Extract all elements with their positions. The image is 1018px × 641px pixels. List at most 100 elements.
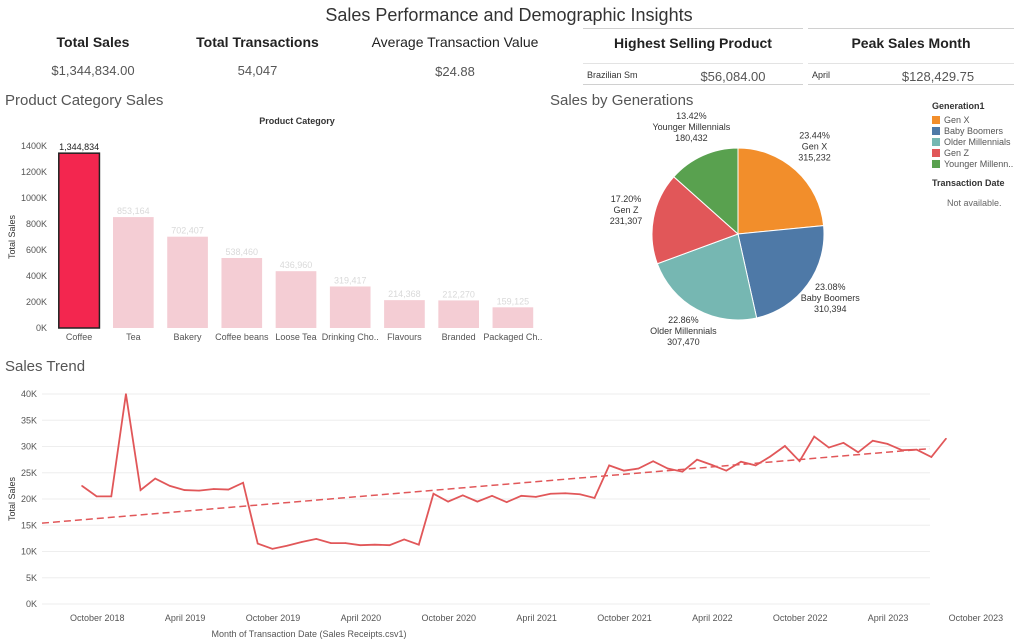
bar-packaged-ch-: [492, 307, 534, 328]
bar-coffee-beans: [221, 258, 263, 328]
bar-data-label: 436,960: [280, 260, 313, 270]
bar-x-tick-label: Tea: [126, 332, 141, 342]
bar-data-label: 319,417: [334, 275, 367, 285]
legend-item[interactable]: Gen X: [932, 114, 1016, 125]
pie-name-label: Baby Boomers: [801, 293, 861, 303]
trend-point: [784, 445, 786, 447]
peak-month-name: April: [812, 70, 831, 80]
trend-section-title: Sales Trend: [5, 358, 86, 375]
trend-point: [945, 437, 947, 440]
filter-title: Transaction Date: [932, 178, 1005, 188]
legend-item[interactable]: Younger Millenn..: [932, 158, 1016, 169]
bar-y-tick-label: 600K: [26, 245, 47, 255]
bar-coffee: [58, 152, 101, 329]
trend-point: [549, 492, 552, 495]
line-x-tick-label: April 2021: [516, 613, 557, 623]
bar-y-tick-label: 1200K: [21, 167, 47, 177]
trend-point: [915, 448, 918, 451]
bar-x-tick-label: Coffee: [66, 332, 92, 342]
trend-point: [564, 492, 567, 495]
line-x-tick-label: October 2020: [421, 613, 476, 623]
bar-x-tick-label: Flavours: [387, 332, 422, 342]
trend-point: [871, 439, 874, 442]
trend-point: [198, 489, 200, 492]
trend-line: [41, 447, 931, 524]
line-x-tick-label: April 2022: [692, 613, 733, 623]
trend-point: [300, 541, 303, 543]
legend-label: Younger Millenn..: [944, 158, 1014, 169]
trend-point: [388, 544, 391, 546]
bar-y-tick-label: 1000K: [21, 193, 47, 203]
trend-point: [403, 538, 405, 541]
trend-point: [95, 495, 98, 498]
category-bar-chart: Product Category Total Sales 0K 200K 400K 600…: [7, 116, 542, 342]
trend-point: [315, 538, 318, 540]
bar-loose-tea: [275, 271, 317, 328]
bar-x-tick-label: Loose Tea: [275, 332, 316, 342]
trend-point: [886, 443, 889, 445]
bar-data-label: 212,270: [442, 289, 475, 299]
pie-value-label: 231,307: [610, 216, 643, 226]
bar-drinking-cho-: [329, 286, 371, 328]
avg-transaction-value: $24.88: [435, 64, 475, 79]
bar-branded: [438, 300, 479, 328]
bar-data-label: 1,344,834: [59, 142, 99, 152]
line-x-tick-label: April 2019: [165, 613, 206, 623]
line-y-tick-label: 30K: [21, 442, 37, 452]
highest-product-label: Highest Selling Product: [614, 35, 772, 51]
legend-title: Generation1: [932, 101, 985, 111]
legend-swatch: [932, 115, 940, 124]
trend-point: [359, 544, 362, 546]
line-y-tick-label: 25K: [21, 468, 37, 478]
bar-x-tick-label: Bakery: [174, 332, 203, 342]
line-x-tick-label: October 2019: [246, 613, 301, 623]
peak-month-card: Peak Sales Month April $128,429.75: [808, 28, 1014, 85]
trend-point: [666, 467, 669, 470]
line-x-tick-label: October 2023: [949, 613, 1004, 623]
trend-point: [183, 489, 186, 491]
trend-point: [535, 496, 537, 498]
legend-label: Older Millennials: [944, 136, 1011, 147]
trend-point: [491, 495, 493, 497]
trend-point: [286, 544, 288, 547]
bar-y-tick-label: 800K: [26, 219, 47, 229]
bar-y-tick-label: 1400K: [21, 141, 47, 151]
legend-label: Gen X: [944, 114, 970, 125]
trend-point: [710, 464, 713, 466]
legend-item[interactable]: Gen Z: [932, 147, 1016, 158]
category-section-title: Product Category Sales: [5, 92, 164, 109]
bar-y-tick-label: 400K: [26, 271, 47, 281]
line-x-tick-label: October 2018: [70, 613, 125, 623]
trend-point: [154, 477, 157, 480]
line-y-tick-label: 15K: [21, 520, 37, 530]
legend-item[interactable]: Baby Boomers: [932, 125, 1016, 136]
peak-month-label: Peak Sales Month: [851, 35, 971, 51]
pie-name-label: Younger Millennials: [653, 122, 731, 132]
pie-name-label: Gen Z: [613, 205, 639, 215]
bar-x-tick-label: Coffee beans: [215, 332, 269, 342]
bar-x-tick-label: Branded: [442, 332, 476, 342]
bar-data-label: 159,125: [497, 296, 530, 306]
trend-point: [652, 460, 654, 462]
trend-point: [696, 458, 698, 461]
trend-point: [798, 460, 801, 462]
bar-bakery: [167, 236, 208, 328]
total-sales-value: $1,344,834.00: [51, 63, 135, 78]
trend-point: [139, 489, 142, 491]
pie-pct-label: 23.08%: [815, 282, 846, 292]
legend-item[interactable]: Older Millennials: [932, 136, 1016, 147]
highest-product-name: Brazilian Sm: [587, 70, 638, 80]
legend-swatch: [932, 126, 940, 135]
trend-point: [330, 542, 332, 544]
line-x-axis-label: Month of Transaction Date (Sales Receipt…: [211, 629, 406, 639]
total-sales-label: Total Sales: [56, 34, 130, 50]
trend-point: [608, 464, 610, 467]
line-y-tick-label: 40K: [21, 389, 37, 399]
bar-data-label: 853,164: [117, 206, 150, 216]
pie-pct-label: 22.86%: [668, 315, 699, 325]
line-y-tick-label: 10K: [21, 547, 37, 557]
generation-pie-chart: 23.44%Gen X315,232 23.08%Baby Boomers310,…: [610, 111, 861, 347]
pie-name-label: Gen X: [802, 142, 828, 152]
pie-pct-label: 23.44%: [799, 131, 830, 141]
trend-point: [740, 460, 742, 463]
